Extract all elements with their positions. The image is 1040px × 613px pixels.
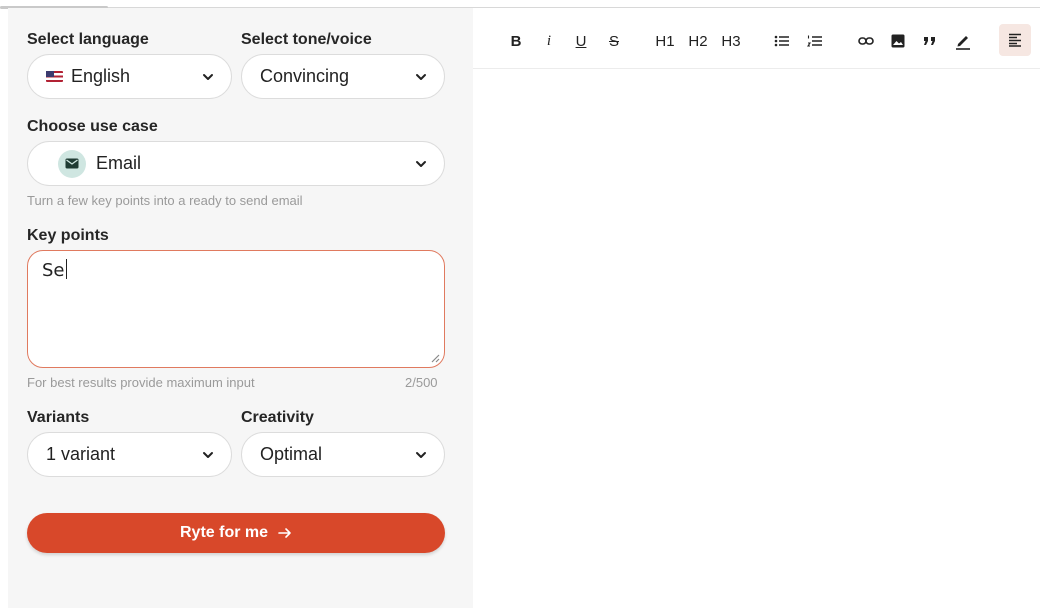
key-points-label: Key points (27, 227, 109, 244)
language-value: English (71, 66, 131, 86)
creativity-label: Creativity (241, 409, 314, 426)
creativity-value: Optimal (260, 444, 323, 464)
key-points-hint: For best results provide maximum input (27, 375, 255, 390)
editor-canvas[interactable] (473, 70, 1040, 608)
use-case-hint: Turn a few key points into a ready to se… (27, 193, 303, 208)
quote-icon[interactable] (922, 30, 938, 52)
chevron-down-icon (416, 160, 426, 167)
tone-value: Convincing (260, 66, 350, 86)
chevron-down-icon (416, 451, 426, 458)
heading2-button[interactable]: H2 (686, 30, 710, 52)
numbered-list-icon[interactable] (806, 30, 824, 52)
chevron-down-icon (203, 73, 213, 80)
key-points-input[interactable]: Se (27, 250, 445, 368)
chevron-down-icon (203, 451, 213, 458)
tone-label: Select tone/voice (241, 31, 372, 48)
variants-label: Variants (27, 409, 90, 426)
tone-select[interactable]: Convincing (241, 54, 445, 99)
use-case-select[interactable]: Email (27, 141, 445, 186)
text-caret (65, 259, 67, 279)
italic-button[interactable]: i (543, 30, 555, 52)
key-points-value: Se (42, 260, 65, 281)
ryte-for-me-button[interactable]: Ryte for me (27, 513, 445, 553)
arrow-right-icon (278, 528, 291, 538)
creativity-select[interactable]: Optimal (241, 432, 445, 477)
character-counter: 2/500 (405, 375, 438, 390)
underline-button[interactable]: U (574, 30, 588, 52)
editor-toolbar: B i U S H1 H2 H3 (473, 9, 1040, 69)
ryte-button-label: Ryte for me (179, 524, 269, 541)
chevron-down-icon (416, 73, 426, 80)
use-case-value: Email (96, 153, 142, 173)
heading3-button[interactable]: H3 (719, 30, 743, 52)
use-case-label: Choose use case (27, 118, 158, 135)
bold-button[interactable]: B (509, 30, 523, 52)
link-icon[interactable] (857, 30, 875, 52)
image-icon[interactable] (890, 30, 906, 52)
envelope-icon (58, 149, 86, 178)
resize-handle-icon[interactable] (430, 353, 440, 363)
pen-icon[interactable] (954, 30, 972, 52)
bullet-list-icon[interactable] (773, 30, 791, 52)
language-label: Select language (27, 31, 149, 48)
align-left-icon[interactable] (999, 24, 1031, 56)
variants-value: 1 variant (46, 444, 116, 464)
variants-select[interactable]: 1 variant (27, 432, 232, 477)
language-select[interactable]: English (27, 54, 232, 99)
us-flag-icon (46, 71, 63, 82)
strikethrough-button[interactable]: S (607, 30, 621, 52)
heading1-button[interactable]: H1 (653, 30, 677, 52)
